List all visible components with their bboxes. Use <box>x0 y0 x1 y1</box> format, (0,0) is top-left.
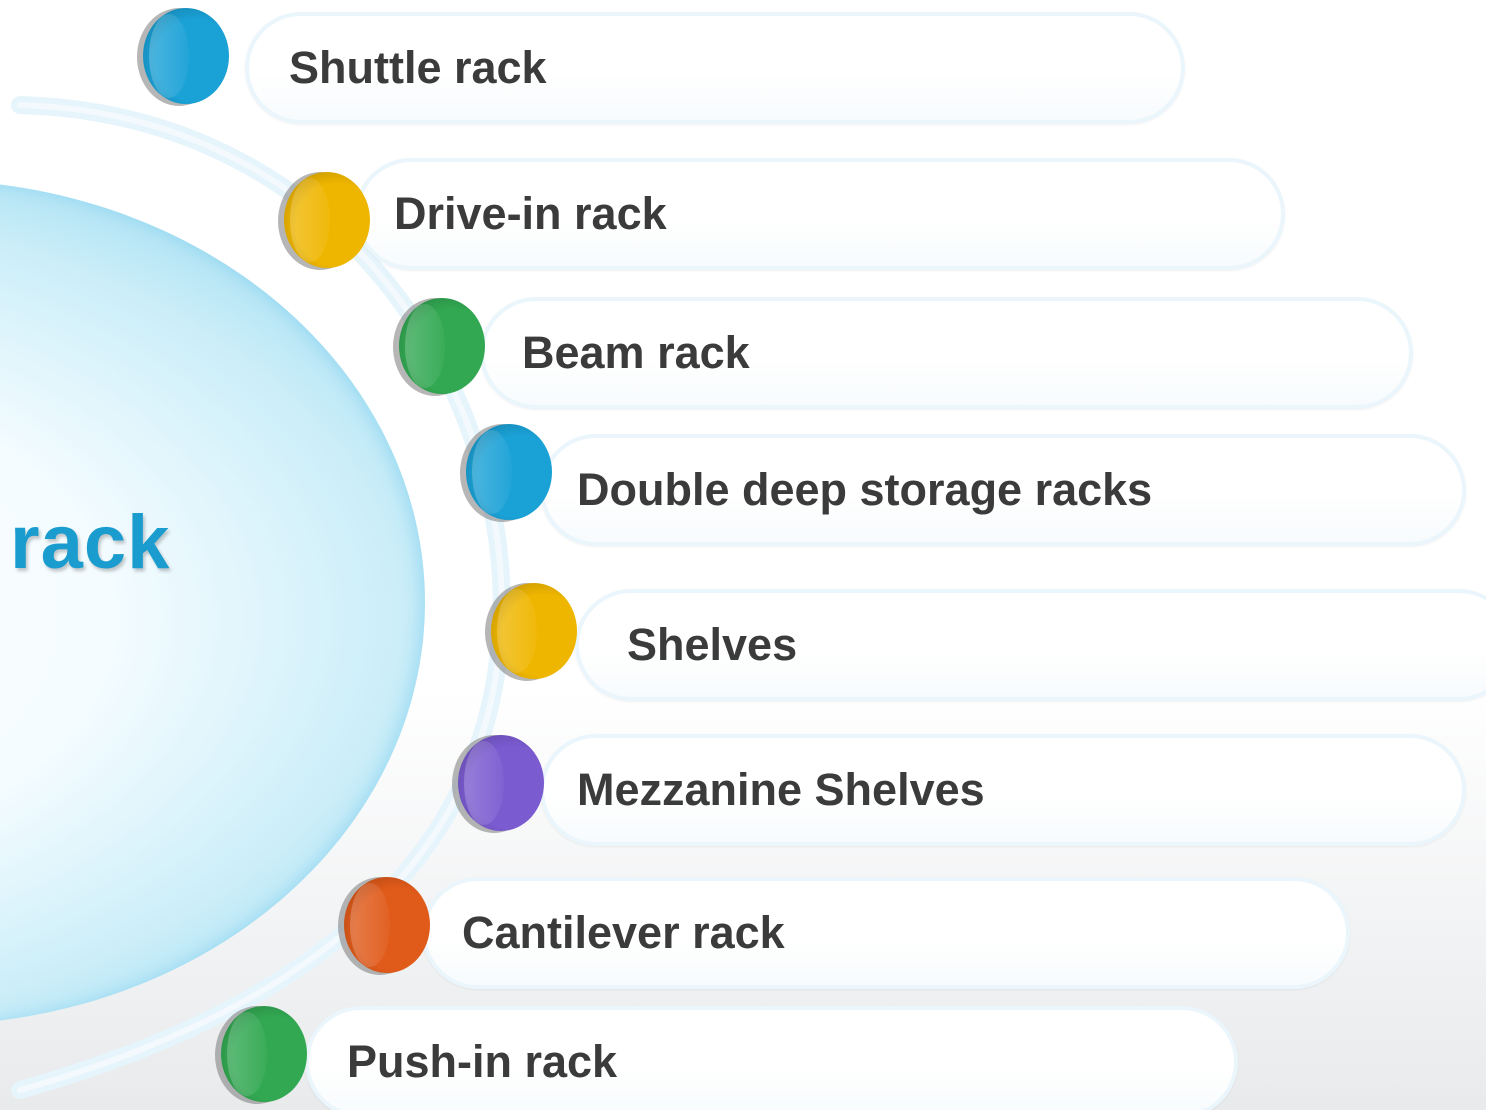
diagram-canvas: rack Shuttle rack Drive-in rack Beam rac… <box>0 0 1486 1110</box>
list-item: Drive-in rack <box>355 158 1285 270</box>
item-label: Beam rack <box>522 327 750 378</box>
bullet-ball-icon <box>215 1006 307 1104</box>
item-label: Shuttle rack <box>289 42 547 93</box>
bullet-ball-icon <box>485 583 577 681</box>
list-item: Mezzanine Shelves <box>540 734 1466 846</box>
item-label: Double deep storage racks <box>577 464 1153 515</box>
bullet-ball-icon <box>338 877 430 975</box>
item-label: Push-in rack <box>347 1036 618 1087</box>
bullet-ball-icon <box>137 8 229 106</box>
list-item: Push-in rack <box>305 1006 1238 1110</box>
item-label: Cantilever rack <box>462 907 785 958</box>
item-label: Shelves <box>627 619 798 670</box>
list-item: Shelves <box>575 589 1486 701</box>
center-title: rack <box>10 500 171 585</box>
item-label: Mezzanine Shelves <box>577 764 985 815</box>
list-item: Shuttle rack <box>245 12 1185 124</box>
bullet-ball-icon <box>278 172 370 270</box>
item-label: Drive-in rack <box>394 188 667 239</box>
bullet-ball-icon <box>393 298 485 396</box>
list-item: Double deep storage racks <box>540 434 1466 546</box>
list-item: Cantilever rack <box>422 877 1350 989</box>
bullet-ball-icon <box>460 424 552 522</box>
rack-types-diagram: rack Shuttle rack Drive-in rack Beam rac… <box>0 0 1486 1110</box>
list-item: Beam rack <box>480 297 1413 409</box>
bullet-ball-icon <box>452 735 544 833</box>
